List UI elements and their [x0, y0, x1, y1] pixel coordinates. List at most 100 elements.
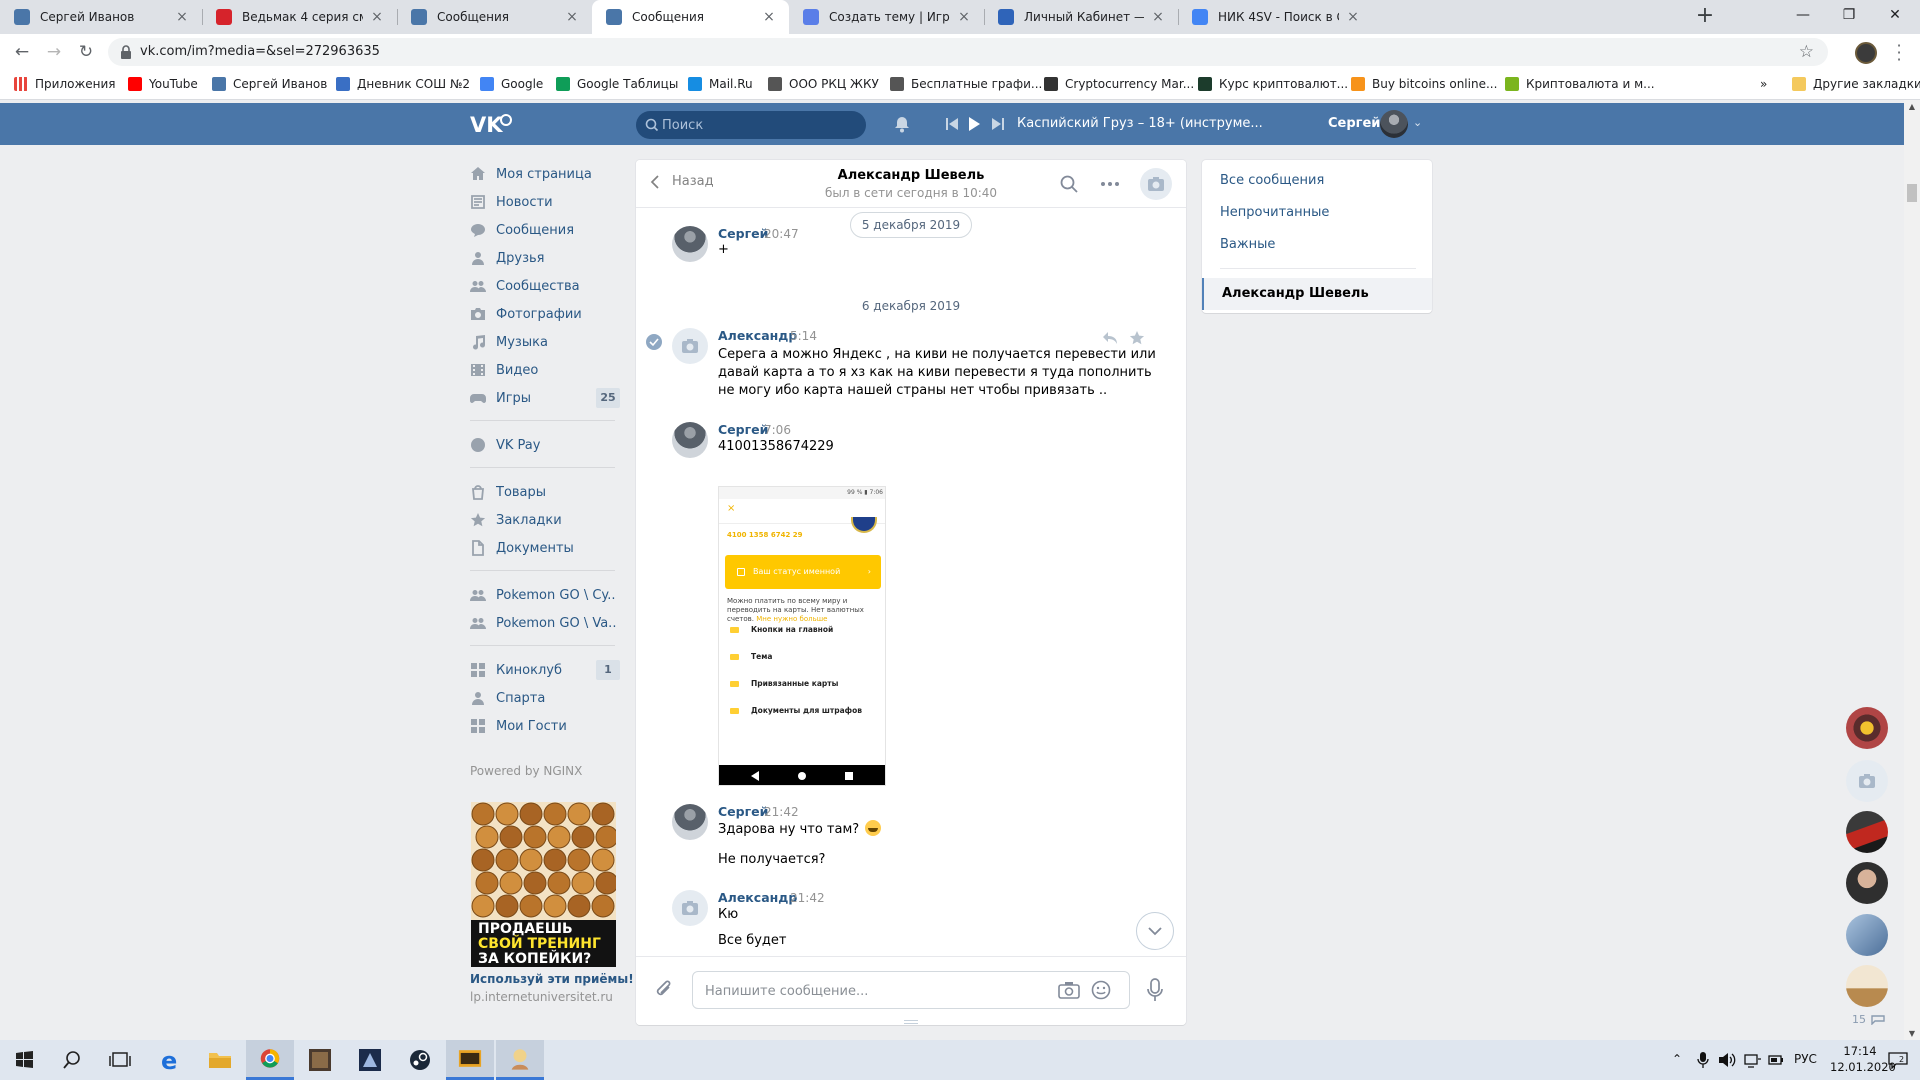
bookmark-item[interactable]: Сергей Иванов: [212, 77, 327, 91]
battery-icon[interactable]: [1768, 1053, 1784, 1067]
bookmark-item[interactable]: Google: [480, 77, 543, 91]
microphone-icon[interactable]: [1146, 978, 1164, 1002]
scroll-down-arrow-icon[interactable]: ▼: [1904, 1029, 1920, 1038]
launcher-app-icon[interactable]: [346, 1040, 394, 1080]
restore-button[interactable]: ❐: [1826, 0, 1872, 30]
paperclip-icon[interactable]: [654, 979, 674, 1001]
bookmark-item[interactable]: Приложения: [14, 77, 116, 91]
notifications-center-icon[interactable]: 2: [1888, 1052, 1908, 1069]
task-view-icon[interactable]: [96, 1040, 144, 1080]
edge-icon[interactable]: e: [146, 1040, 194, 1080]
close-tab-icon[interactable]: ×: [1345, 9, 1361, 25]
play-icon[interactable]: [968, 116, 980, 132]
chats-list-icon[interactable]: [1871, 1015, 1885, 1025]
ad-title-link[interactable]: Используй эти приёмы!: [470, 972, 634, 986]
reload-icon[interactable]: ↻: [74, 40, 98, 64]
browser-tab[interactable]: Ведьмак 4 серия смотреть онла ×: [202, 0, 397, 34]
prev-track-icon[interactable]: [946, 117, 958, 131]
chat-avatar[interactable]: [1846, 707, 1888, 749]
nav-item[interactable]: Моя страница: [470, 160, 620, 188]
resize-grip[interactable]: [904, 1020, 918, 1024]
sender-avatar[interactable]: [672, 890, 708, 926]
nav-item[interactable]: Новости: [470, 188, 620, 216]
input-language[interactable]: РУС: [1794, 1052, 1817, 1066]
chat-avatar[interactable]: [1846, 914, 1888, 956]
chat-avatar[interactable]: [1846, 965, 1888, 1007]
browser-profile-avatar[interactable]: [1855, 42, 1877, 64]
scroll-to-bottom-button[interactable]: [1136, 912, 1174, 950]
close-tab-icon[interactable]: ×: [956, 9, 972, 25]
bookmarks-overflow-button[interactable]: »: [1760, 77, 1767, 91]
nav-item[interactable]: VK Pay: [470, 431, 620, 459]
header-user-avatar[interactable]: [1380, 110, 1408, 138]
nav-item[interactable]: Pokemon GO \ Cy..: [470, 581, 620, 609]
minimize-button[interactable]: —: [1780, 0, 1826, 30]
reply-icon[interactable]: [1102, 331, 1118, 345]
close-window-button[interactable]: ✕: [1872, 0, 1918, 30]
windows-start-icon[interactable]: [0, 1040, 48, 1080]
bookmark-item[interactable]: Mail.Ru: [688, 77, 753, 91]
message-input-box[interactable]: [692, 971, 1130, 1009]
close-tab-icon[interactable]: ×: [761, 9, 777, 25]
chat-avatar[interactable]: [1846, 862, 1888, 904]
message-history[interactable]: 5 декабря 2019 Сергей 20:47 + 6 декабря …: [636, 208, 1186, 956]
message-author[interactable]: Сергей: [718, 422, 768, 437]
browser-tab[interactable]: Сергей Иванов ×: [0, 0, 202, 34]
forward-arrow-icon[interactable]: →: [42, 40, 66, 64]
new-tab-button[interactable]: +: [1692, 4, 1718, 30]
read-check-icon[interactable]: [646, 334, 662, 350]
peer-avatar[interactable]: [1140, 168, 1172, 200]
bookmark-item[interactable]: YouTube: [128, 77, 198, 91]
character-app-icon[interactable]: [496, 1040, 544, 1080]
smile-icon[interactable]: [1091, 980, 1111, 1000]
nav-item[interactable]: Сообщения: [470, 216, 620, 244]
browser-tab[interactable]: Личный Кабинет — «Скрайд» ×: [984, 0, 1178, 34]
next-track-icon[interactable]: [992, 117, 1004, 131]
chat-avatar[interactable]: [1846, 811, 1888, 853]
nav-item[interactable]: Видео: [470, 356, 620, 384]
ad-url[interactable]: lp.internetuniversitet.ru: [470, 990, 613, 1004]
fps-app-icon[interactable]: [446, 1040, 494, 1080]
scroll-up-arrow-icon[interactable]: ▲: [1904, 102, 1920, 111]
message-author[interactable]: Александр: [718, 328, 797, 343]
other-bookmarks-folder[interactable]: Другие закладки: [1792, 77, 1920, 91]
ad-banner[interactable]: ПРОДАЕШЬ СВОЙ ТРЕНИНГ ЗА КОПЕЙКИ?: [471, 802, 616, 967]
search-icon[interactable]: [48, 1040, 96, 1080]
current-track-title[interactable]: Каспийский Груз – 18+ (инструме...: [1017, 116, 1263, 131]
bookmark-item[interactable]: Дневник СОШ №2: [336, 77, 470, 91]
clock[interactable]: 17:14 12.01.2020: [1830, 1043, 1896, 1075]
nav-item[interactable]: Pokemon GO \ Va..: [470, 609, 620, 637]
sender-avatar[interactable]: [672, 804, 708, 840]
header-user-name[interactable]: Сергей: [1328, 116, 1380, 131]
close-tab-icon[interactable]: ×: [564, 9, 580, 25]
camera-icon[interactable]: [1058, 981, 1080, 999]
message-input[interactable]: [705, 981, 1045, 1001]
message-author[interactable]: Александр: [718, 890, 797, 905]
close-tab-icon[interactable]: ×: [174, 9, 190, 25]
game-app-icon[interactable]: [296, 1040, 344, 1080]
bookmark-item[interactable]: Криптовалюта и м...: [1505, 77, 1655, 91]
nav-item[interactable]: Сообщества: [470, 272, 620, 300]
chat-avatar[interactable]: [1846, 760, 1888, 802]
bookmark-item[interactable]: ООО РКЦ ЖКУ: [768, 77, 879, 91]
message-time[interactable]: 7:06: [764, 423, 791, 437]
message-author[interactable]: Сергей: [718, 804, 768, 819]
bookmark-item[interactable]: Курс криптовалют...: [1198, 77, 1348, 91]
filter-unread[interactable]: Непрочитанные: [1220, 205, 1329, 220]
filter-important[interactable]: Важные: [1220, 237, 1275, 252]
microphone-tray-icon[interactable]: [1697, 1051, 1709, 1069]
bookmark-item[interactable]: Cryptocurrency Mar...: [1044, 77, 1194, 91]
star-icon[interactable]: [1129, 330, 1145, 346]
message-time[interactable]: 20:47: [764, 227, 799, 241]
bookmark-item[interactable]: Buy bitcoins online...: [1351, 77, 1497, 91]
bookmark-item[interactable]: Бесплатные графи...: [890, 77, 1042, 91]
file-explorer-icon[interactable]: [196, 1040, 244, 1080]
sender-avatar[interactable]: [672, 328, 708, 364]
photo-attachment[interactable]: 99 % ▮ 7:06 × 4100 1358 6742 29 Ваш стат…: [718, 486, 886, 786]
tray-expand-icon[interactable]: ⌃: [1672, 1052, 1682, 1066]
steam-icon[interactable]: [396, 1040, 444, 1080]
browser-tab[interactable]: Создать тему | Игровое сообще ×: [789, 0, 984, 34]
browser-tab[interactable]: НИК 4SV - Поиск в Google ×: [1178, 0, 1373, 34]
message-time[interactable]: 21:42: [790, 891, 825, 905]
volume-icon[interactable]: [1718, 1052, 1736, 1068]
